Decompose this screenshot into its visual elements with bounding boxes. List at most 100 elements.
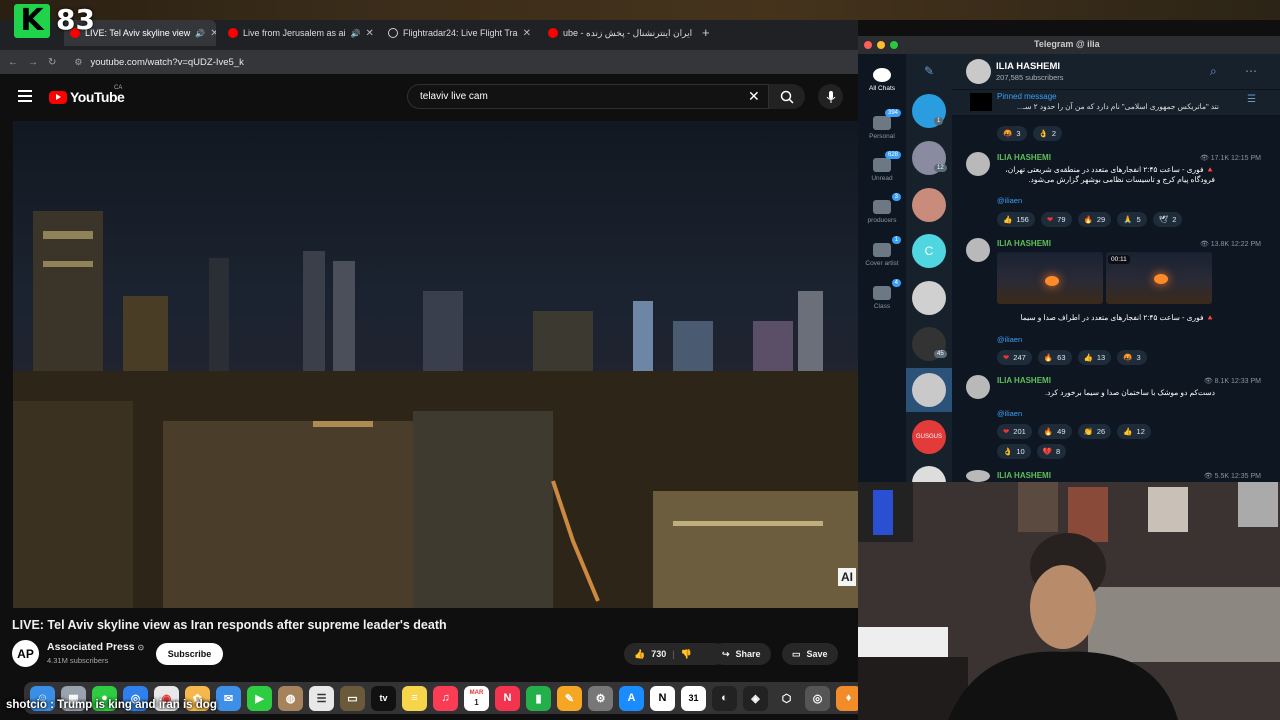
subscribe-button[interactable]: Subscribe [156,643,223,665]
reaction-chip[interactable]: 🔥 49 [1037,424,1072,439]
channel-name[interactable]: Associated Press ⊙ [47,641,144,653]
appstore-icon[interactable]: A [619,685,644,711]
pinned-list-icon[interactable]: ☰ [1247,94,1256,105]
folder-unread[interactable]: 628 Unread [858,151,906,182]
search-input[interactable]: telaviv live cam [407,84,769,109]
channel-subscribers: 4.31M subscribers [47,656,109,665]
message-author[interactable]: ILIA HASHEMI [997,153,1051,162]
search-button[interactable] [769,84,805,109]
system-preferences-icon[interactable]: ⚙ [588,685,613,711]
reload-icon[interactable]: ↻ [48,57,56,68]
zoom-window-button[interactable] [890,41,898,49]
message-avatar[interactable] [966,152,990,176]
chat-avatar[interactable]: C [912,234,946,268]
minimize-window-button[interactable] [877,41,885,49]
close-window-button[interactable] [864,41,872,49]
save-button[interactable]: ▭ Save [782,643,838,665]
numbers-icon[interactable]: ▮ [526,685,551,711]
like-button[interactable]: 👍 730 [634,649,666,660]
folder-class[interactable]: 4 Class [858,279,906,310]
reaction-chip[interactable]: 👌 10 [997,444,1031,459]
reaction-chip[interactable]: 🕊 2 [1152,212,1183,227]
folder-producers[interactable]: 3 producers [858,193,906,224]
close-tab-icon[interactable]: ✕ [366,28,374,39]
more-options-icon[interactable]: ⋯ [1245,64,1257,78]
folder-icon[interactable]: ▭ [340,685,365,711]
chat-avatar-selected[interactable] [912,373,946,407]
message-author[interactable]: ILIA HASHEMI [997,376,1051,385]
message-avatar[interactable] [966,470,990,482]
reminders-icon[interactable]: ☰ [309,685,334,711]
tab-jerusalem[interactable]: Live from Jerusalem as ai 🔊 ✕ [222,22,374,44]
chat-avatar[interactable] [912,281,946,315]
appletv-icon[interactable]: tv [371,685,396,711]
reaction-chip[interactable]: 👍 156 [997,212,1035,227]
notion-icon[interactable]: N [650,685,675,711]
thumbs-down-icon[interactable]: 👎 [681,649,692,660]
channel-title[interactable]: ILIA HASHEMI [996,61,1060,72]
reaction-chip[interactable]: 🤬 3 [1117,350,1147,365]
menu-icon[interactable] [18,90,32,105]
disk-icon[interactable]: ◎ [805,685,830,711]
music-icon[interactable]: ♫ [433,685,458,711]
channel-avatar[interactable]: AP [12,640,39,667]
facetime-icon[interactable]: ▶ [247,685,272,711]
channel-avatar[interactable] [966,59,991,84]
davinci-icon[interactable]: ◈ [743,685,768,711]
speaker-icon[interactable]: 🔊 [351,29,361,38]
contacts-icon[interactable]: ◍ [278,685,303,711]
reaction-chip[interactable]: 👍 12 [1117,424,1151,439]
activity-icon[interactable]: ◐ [712,685,737,711]
video-thumbnail[interactable]: 00:11 [1106,252,1212,304]
clear-search-icon[interactable]: ✕ [748,88,760,105]
calendar-31-icon[interactable]: 31 [681,685,706,711]
tab-iran-international[interactable]: ube - ایران اینترنشنال - پخش زنده ✕ [542,22,694,44]
forward-icon[interactable]: → [28,57,38,68]
reaction-chip[interactable]: 👌 2 [1032,126,1063,141]
new-tab-button[interactable]: + [702,25,710,40]
reaction-chip[interactable]: 💔 8 [1036,444,1067,459]
reaction-chip[interactable]: 🔥 29 [1077,212,1112,227]
reaction-chip[interactable]: 🙏 5 [1117,212,1147,227]
folder-cover-artist[interactable]: 1 Cover artist [858,236,906,267]
reaction-chip[interactable]: 👏 26 [1077,424,1112,439]
reaction-chip[interactable]: ❤ 201 [997,424,1032,439]
message-link[interactable]: @iliaen [997,196,1022,205]
message-author[interactable]: ILIA HASHEMI [997,239,1051,248]
message-avatar[interactable] [966,375,990,399]
video-player[interactable]: AI [13,121,858,608]
unity-icon[interactable]: ⬡ [774,685,799,711]
search-icon[interactable]: ⌕ [1210,64,1217,79]
close-tab-icon[interactable]: ✕ [523,28,531,39]
notes-icon[interactable]: ≡ [402,685,427,711]
url-field[interactable]: ⚙ youtube.com/watch?v=qUDZ-Ive5_k [74,57,243,68]
reaction-chip[interactable]: 🔥 63 [1037,350,1072,365]
site-info-icon[interactable]: ⚙ [74,57,82,68]
reaction-chip[interactable]: ❤ 79 [1040,212,1072,227]
message-link[interactable]: @iliaen [997,335,1022,344]
mail-icon[interactable]: ✉ [216,685,241,711]
message-link[interactable]: @iliaen [997,409,1022,418]
folder-all-chats[interactable]: All Chats [858,68,906,92]
youtube-logo[interactable]: YouTube [49,89,125,105]
compose-icon[interactable]: ✎ [924,64,934,78]
message-avatar[interactable] [966,238,990,262]
chat-avatar[interactable]: GUSGUS [912,420,946,454]
reaction-chip[interactable]: ❤ 247 [997,350,1032,365]
close-tab-icon[interactable]: ✕ [210,28,216,39]
reaction-chip[interactable]: 👍 13 [1077,350,1112,365]
tab-label: LIVE: Tel Aviv skyline view [85,28,191,38]
chat-avatar[interactable] [912,188,946,222]
message-author[interactable]: ILIA HASHEMI [997,471,1051,480]
tab-flightradar[interactable]: Flightradar24: Live Flight Tra ✕ [382,22,534,44]
folder-personal[interactable]: 394 Personal [858,109,906,140]
pencil-icon[interactable]: ✎ [557,685,582,711]
calendar-icon[interactable]: MAR 1 [464,685,489,711]
back-icon[interactable]: ← [8,57,18,68]
share-button[interactable]: ↪ Share [712,643,771,665]
video-thumbnail[interactable] [997,252,1103,304]
news-icon[interactable]: N [495,685,520,711]
reaction-chip[interactable]: 🤬 3 [997,126,1027,141]
voice-search-button[interactable] [818,84,843,109]
speaker-icon[interactable]: 🔊 [195,29,205,38]
